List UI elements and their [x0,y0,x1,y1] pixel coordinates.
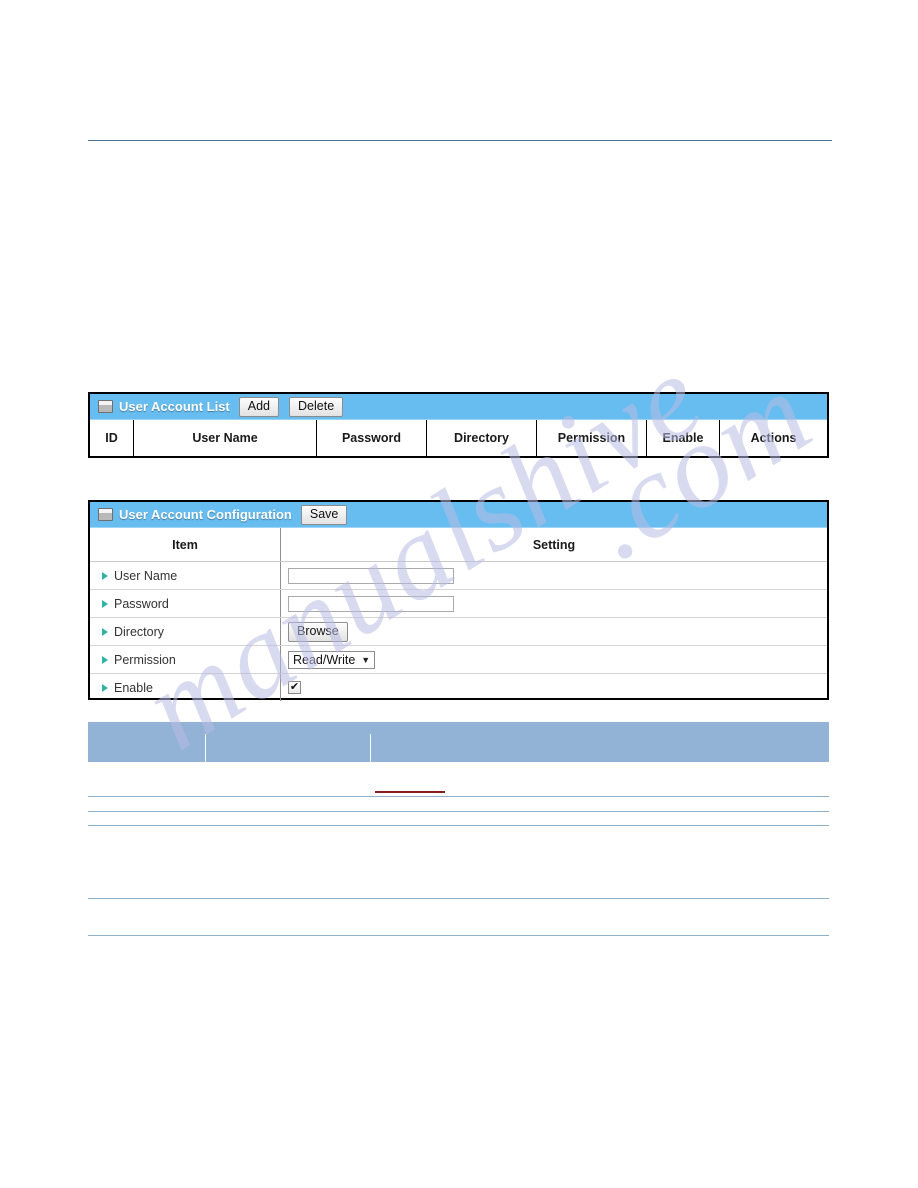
save-button[interactable]: Save [300,504,348,525]
column-header-setting: Setting [532,537,576,552]
header-divider [370,734,371,762]
field-label-password-cell: Password [90,590,281,617]
enable-checkbox[interactable]: ✔ [288,681,301,694]
column-header-permission: Permission [537,420,647,456]
triangle-bullet-icon [102,627,108,636]
permission-select-value: Read/Write [293,652,356,667]
table-row [88,762,829,796]
configuration-header-row: Item Setting [90,528,827,562]
browse-button[interactable]: Browse [288,621,348,642]
user-account-list-panel: User Account List Add Delete ID User Nam… [88,392,829,458]
triangle-bullet-icon [102,683,108,692]
field-value-directory: Browse [281,618,827,645]
window-icon [98,508,113,521]
triangle-bullet-icon [102,599,108,608]
field-description-table [88,722,829,936]
field-value-permission: Read/Write ▼ [281,646,827,673]
header-divider [205,734,206,762]
window-icon [98,400,113,413]
column-header-enable: Enable [647,420,720,456]
field-row-password: Password [90,590,827,618]
user-account-configuration-panel: User Account Configuration Save Item Set… [88,500,829,701]
column-header-password: Password [317,420,427,456]
table-row [88,825,829,898]
delete-button[interactable]: Delete [289,396,344,417]
field-value-user-name [281,562,827,589]
user-account-configuration-title: User Account Configuration [119,507,292,522]
column-header-id: ID [90,420,134,456]
field-label-permission-cell: Permission [90,646,281,673]
triangle-bullet-icon [102,655,108,664]
column-header-directory: Directory [427,420,537,456]
page-divider-rule [88,140,832,141]
user-account-list-titlebar: User Account List Add Delete [90,394,827,420]
field-row-directory: Directory Browse [90,618,827,646]
field-label-password: Password [114,596,169,611]
field-label-user-name-cell: User Name [90,562,281,589]
field-label-user-name: User Name [114,568,178,583]
field-label-enable: Enable [114,680,153,695]
password-input[interactable] [288,595,454,612]
table-row [88,898,829,935]
field-label-permission: Permission [114,652,176,667]
add-button[interactable]: Add [238,396,280,417]
user-name-input[interactable] [288,567,454,584]
field-label-directory-cell: Directory [90,618,281,645]
table-row [88,811,829,825]
field-label-directory: Directory [114,624,165,639]
column-header-item: Item [90,528,281,561]
column-header-actions: Actions [720,420,827,456]
column-header-user-name: User Name [134,420,317,456]
field-value-enable: ✔ [281,674,827,701]
field-description-table-header [88,722,829,762]
redacted-link-underline [375,791,445,793]
table-row [88,796,829,811]
chevron-down-icon: ▼ [361,654,371,665]
field-row-enable: Enable ✔ [90,674,827,701]
field-row-user-name: User Name [90,562,827,590]
field-label-enable-cell: Enable [90,674,281,701]
user-account-configuration-titlebar: User Account Configuration Save [90,502,827,528]
permission-select[interactable]: Read/Write ▼ [288,650,376,669]
field-row-permission: Permission Read/Write ▼ [90,646,827,674]
triangle-bullet-icon [102,571,108,580]
field-value-password [281,590,827,617]
user-account-list-title: User Account List [119,399,230,414]
user-account-list-header-row: ID User Name Password Directory Permissi… [90,420,827,456]
